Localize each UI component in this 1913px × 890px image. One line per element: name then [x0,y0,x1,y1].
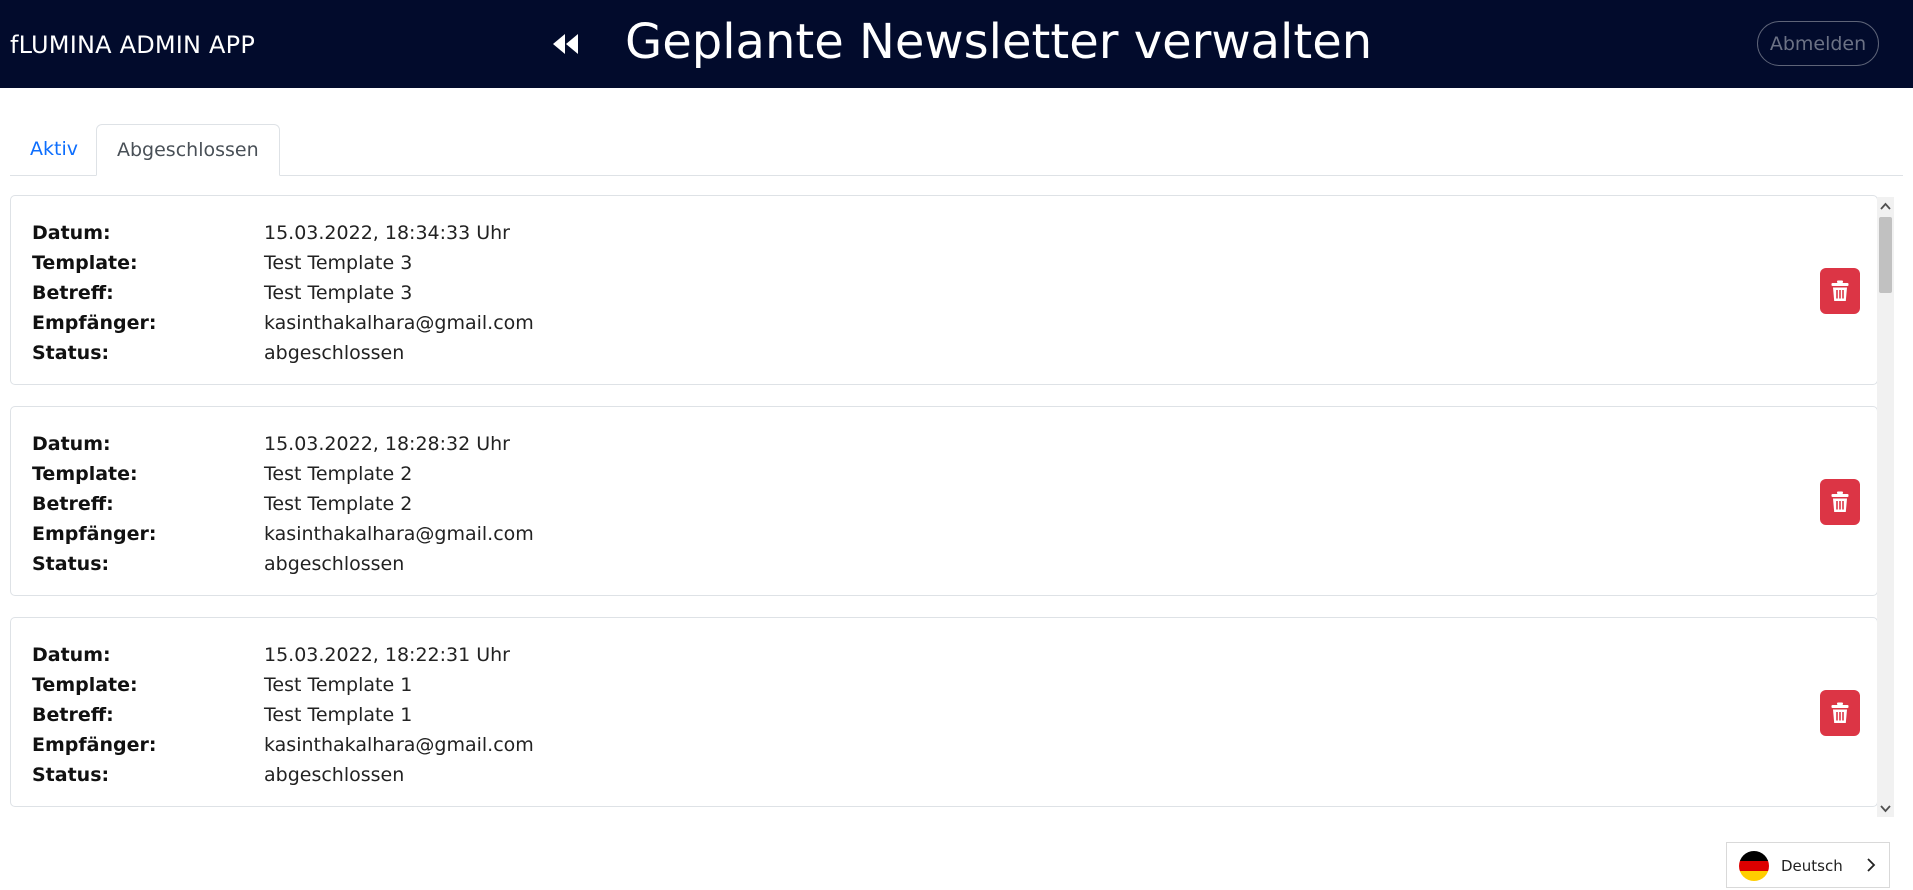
template-label: Template: [32,463,138,485]
germany-flag-icon [1739,851,1769,881]
status-label: Status: [32,553,110,575]
subject-value: Test Template 1 [264,704,413,726]
chevron-down-icon [1880,804,1891,812]
template-label: Template: [32,674,138,696]
language-label: Deutsch [1781,857,1843,875]
recipient-label: Empfänger: [32,523,157,545]
scroll-up-button[interactable] [1877,197,1894,214]
trash-icon [1831,280,1849,301]
recipient-value: kasinthakalhara@gmail.com [264,734,534,756]
scroll-down-button[interactable] [1877,800,1894,817]
tab-abgeschlossen[interactable]: Abgeschlossen [96,124,280,176]
subject-value: Test Template 3 [264,282,413,304]
date-value: 15.03.2022, 18:34:33 Uhr [264,222,510,244]
recipient-label: Empfänger: [32,734,157,756]
newsletter-card: Datum: 15.03.2022, 18:22:31 Uhr Template… [10,617,1878,807]
status-value: abgeschlossen [264,553,405,575]
date-value: 15.03.2022, 18:22:31 Uhr [264,644,510,666]
app-title: fLUMINA ADMIN APP [10,31,256,59]
back-button[interactable] [545,24,585,64]
double-chevron-left-icon [553,34,578,54]
subject-label: Betreff: [32,282,114,304]
date-value: 15.03.2022, 18:28:32 Uhr [264,433,510,455]
delete-button[interactable] [1820,479,1860,525]
delete-button[interactable] [1820,690,1860,736]
recipient-value: kasinthakalhara@gmail.com [264,312,534,334]
date-label: Datum: [32,222,111,244]
newsletter-list: Datum: 15.03.2022, 18:34:33 Uhr Template… [10,195,1896,817]
date-label: Datum: [32,433,111,455]
logout-button[interactable]: Abmelden [1757,21,1879,66]
date-label: Datum: [32,644,111,666]
language-switcher[interactable]: Deutsch [1726,842,1890,888]
newsletter-card: Datum: 15.03.2022, 18:34:33 Uhr Template… [10,195,1878,385]
status-label: Status: [32,764,110,786]
newsletter-card: Datum: 15.03.2022, 18:28:32 Uhr Template… [10,406,1878,596]
chevron-right-icon [1867,858,1876,872]
template-value: Test Template 2 [264,463,413,485]
status-value: abgeschlossen [264,764,405,786]
page-title: Geplante Newsletter verwalten [625,14,1373,70]
template-value: Test Template 3 [264,252,413,274]
tab-aktiv[interactable]: Aktiv [10,124,98,175]
tab-bar: Aktiv Abgeschlossen [10,124,1903,176]
trash-icon [1831,491,1849,512]
recipient-value: kasinthakalhara@gmail.com [264,523,534,545]
trash-icon [1831,702,1849,723]
delete-button[interactable] [1820,268,1860,314]
status-value: abgeschlossen [264,342,405,364]
top-bar: fLUMINA ADMIN APP Geplante Newsletter ve… [0,0,1913,88]
recipient-label: Empfänger: [32,312,157,334]
subject-label: Betreff: [32,704,114,726]
vertical-scrollbar[interactable] [1877,197,1894,817]
subject-value: Test Template 2 [264,493,413,515]
chevron-up-icon [1880,202,1891,210]
subject-label: Betreff: [32,493,114,515]
status-label: Status: [32,342,110,364]
template-label: Template: [32,252,138,274]
scroll-thumb[interactable] [1879,217,1892,293]
template-value: Test Template 1 [264,674,413,696]
